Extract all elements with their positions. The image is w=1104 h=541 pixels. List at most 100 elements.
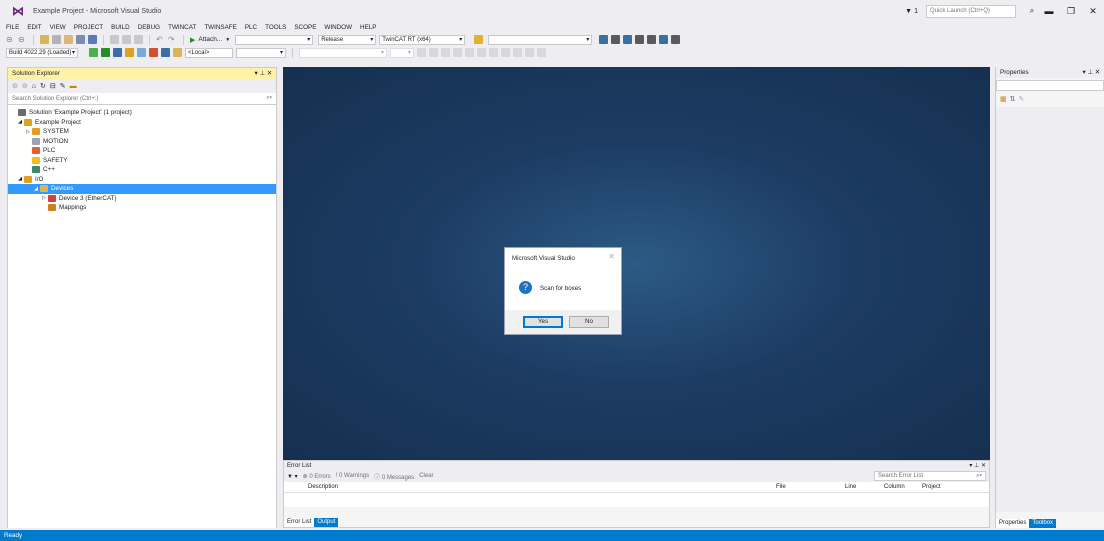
find-combo[interactable]: ▾ (488, 34, 593, 45)
expanded-arrow-icon[interactable]: ◢ (16, 119, 24, 125)
twincat-activate-icon[interactable] (599, 35, 609, 44)
plc-project-combo[interactable]: ▾ (236, 47, 286, 58)
sync-icon[interactable]: ↻ (40, 82, 46, 90)
uncomment-icon[interactable] (513, 48, 522, 57)
properties-icon[interactable]: ✎ (60, 82, 66, 90)
show-sub-items-icon[interactable] (173, 48, 182, 57)
no-button[interactable]: No (569, 316, 609, 328)
tree-item-plc[interactable]: PLC (8, 146, 276, 156)
warnings-filter-button[interactable]: ! 0 Warnings (336, 473, 369, 479)
forward-icon[interactable]: ⊝ (18, 35, 27, 44)
expanded-arrow-icon[interactable]: ◢ (32, 186, 40, 192)
attach-button[interactable]: Attach... (198, 36, 222, 43)
column-line[interactable]: Line (845, 484, 856, 490)
config-mode-icon[interactable] (113, 48, 122, 57)
twincat-run-icon[interactable] (611, 35, 621, 44)
expanded-arrow-icon[interactable]: ◢ (16, 176, 24, 182)
save-icon[interactable] (76, 35, 85, 44)
menu-help[interactable]: HELP (360, 24, 376, 31)
tree-item-devices[interactable]: ◢ Devices (8, 184, 276, 194)
close-icon[interactable]: ✕ (1095, 69, 1100, 76)
close-button[interactable]: ✕ (1082, 6, 1104, 17)
menu-debug[interactable]: DEBUG (138, 24, 160, 31)
menu-project[interactable]: PROJECT (74, 24, 103, 31)
tree-item-safety[interactable]: SAFETY (8, 156, 276, 166)
chevron-down-icon[interactable]: ▼ (225, 37, 230, 43)
save-all-icon[interactable] (88, 35, 97, 44)
filter-icon[interactable]: ▼ ▾ (287, 473, 298, 480)
step-over-icon[interactable] (465, 48, 474, 57)
new-project-icon[interactable] (40, 35, 49, 44)
indent-icon[interactable] (537, 48, 546, 57)
reload-devices-icon[interactable] (125, 48, 134, 57)
tree-item-project[interactable]: ◢ Example Project (8, 118, 276, 128)
tab-error-list[interactable]: Error List (284, 518, 315, 527)
menu-plc[interactable]: PLC (245, 24, 257, 31)
menu-view[interactable]: VIEW (50, 24, 66, 31)
notifications-button[interactable]: ▼ 1 (905, 8, 918, 15)
logout-icon[interactable] (453, 48, 462, 57)
dialog-close-button[interactable]: ✕ (608, 252, 615, 261)
play-icon[interactable]: ▶ (190, 36, 195, 44)
messages-filter-button[interactable]: ⓘ 0 Messages (374, 472, 414, 481)
stop-icon[interactable] (441, 48, 450, 57)
property-pages-icon[interactable]: ✎ (1019, 95, 1025, 103)
target-system-combo[interactable]: <Local> (185, 47, 233, 58)
plc-instance-combo[interactable]: ▾ (299, 47, 387, 58)
preview-icon[interactable]: ▬ (70, 83, 77, 90)
menu-file[interactable]: FILE (6, 24, 19, 31)
tree-item-mappings[interactable]: Mappings (8, 203, 276, 213)
activate-config-icon[interactable] (89, 48, 98, 57)
column-file[interactable]: File (776, 484, 786, 490)
collapsed-arrow-icon[interactable]: ▷ (24, 129, 32, 135)
breakpoint-icon[interactable] (489, 48, 498, 57)
menu-twinsafe[interactable]: TWINSAFE (204, 24, 237, 31)
build-version-combo[interactable]: Build 4022.29 (Loaded) ▾ (6, 47, 78, 58)
tree-item-device-3[interactable]: ▷ Device 3 (EtherCAT) (8, 194, 276, 204)
menu-edit[interactable]: EDIT (27, 24, 41, 31)
column-column[interactable]: Column (884, 484, 905, 490)
scan-icon[interactable] (137, 48, 146, 57)
close-icon[interactable]: ✕ (981, 463, 986, 469)
tab-properties[interactable]: Properties (996, 519, 1030, 528)
alphabetical-icon[interactable]: ⇅ (1010, 95, 1016, 103)
yes-button[interactable]: Yes (523, 316, 563, 328)
tree-item-solution[interactable]: Solution 'Example Project' (1 project) (8, 108, 276, 118)
step-into-icon[interactable] (477, 48, 486, 57)
menu-build[interactable]: BUILD (111, 24, 130, 31)
twincat-monitor-icon[interactable] (671, 35, 681, 44)
plc-task-combo[interactable]: ▾ (390, 47, 414, 58)
close-icon[interactable]: ✕ (267, 70, 272, 77)
find-in-files-icon[interactable] (474, 35, 484, 44)
menu-tools[interactable]: TOOLS (265, 24, 286, 31)
restore-button[interactable]: ❐ (1060, 6, 1082, 17)
paste-icon[interactable] (134, 35, 143, 44)
twincat-scope-icon[interactable] (659, 35, 669, 44)
chevron-down-icon[interactable]: ▾ (1083, 69, 1086, 76)
tree-item-io[interactable]: ◢ I/O (8, 175, 276, 185)
minimize-button[interactable]: ▬ (1038, 6, 1060, 16)
redo-icon[interactable]: ↷ (168, 35, 177, 44)
pin-icon[interactable]: ⊥ (259, 70, 265, 77)
column-description[interactable]: Description (308, 484, 338, 490)
start-icon[interactable] (429, 48, 438, 57)
forward-icon[interactable]: ⊝ (22, 82, 28, 90)
tree-item-motion[interactable]: MOTION (8, 137, 276, 147)
menu-scope[interactable]: SCOPE (294, 24, 316, 31)
show-online-data-icon[interactable] (161, 48, 170, 57)
tree-item-system[interactable]: ▷ SYSTEM (8, 127, 276, 137)
back-icon[interactable]: ⊝ (6, 35, 15, 44)
chevron-down-icon[interactable]: ▾ (255, 70, 258, 77)
chevron-down-icon[interactable]: ▾ (969, 463, 972, 469)
clear-button[interactable]: Clear (419, 473, 433, 479)
pin-icon[interactable]: ⊥ (1087, 69, 1093, 76)
toggle-free-run-icon[interactable] (149, 48, 158, 57)
open-folder-icon[interactable] (64, 35, 73, 44)
copy-icon[interactable] (122, 35, 131, 44)
platform-combo[interactable]: TwinCAT RT (x64) ▾ (379, 34, 466, 45)
quick-launch-input[interactable]: Quick Launch (Ctrl+Q) (926, 4, 1016, 18)
properties-object-combo[interactable] (996, 80, 1104, 91)
search-icon[interactable]: ⌕ (1026, 6, 1038, 16)
configuration-combo[interactable]: Release ▾ (318, 34, 377, 45)
pin-icon[interactable]: ⊥ (974, 463, 979, 469)
